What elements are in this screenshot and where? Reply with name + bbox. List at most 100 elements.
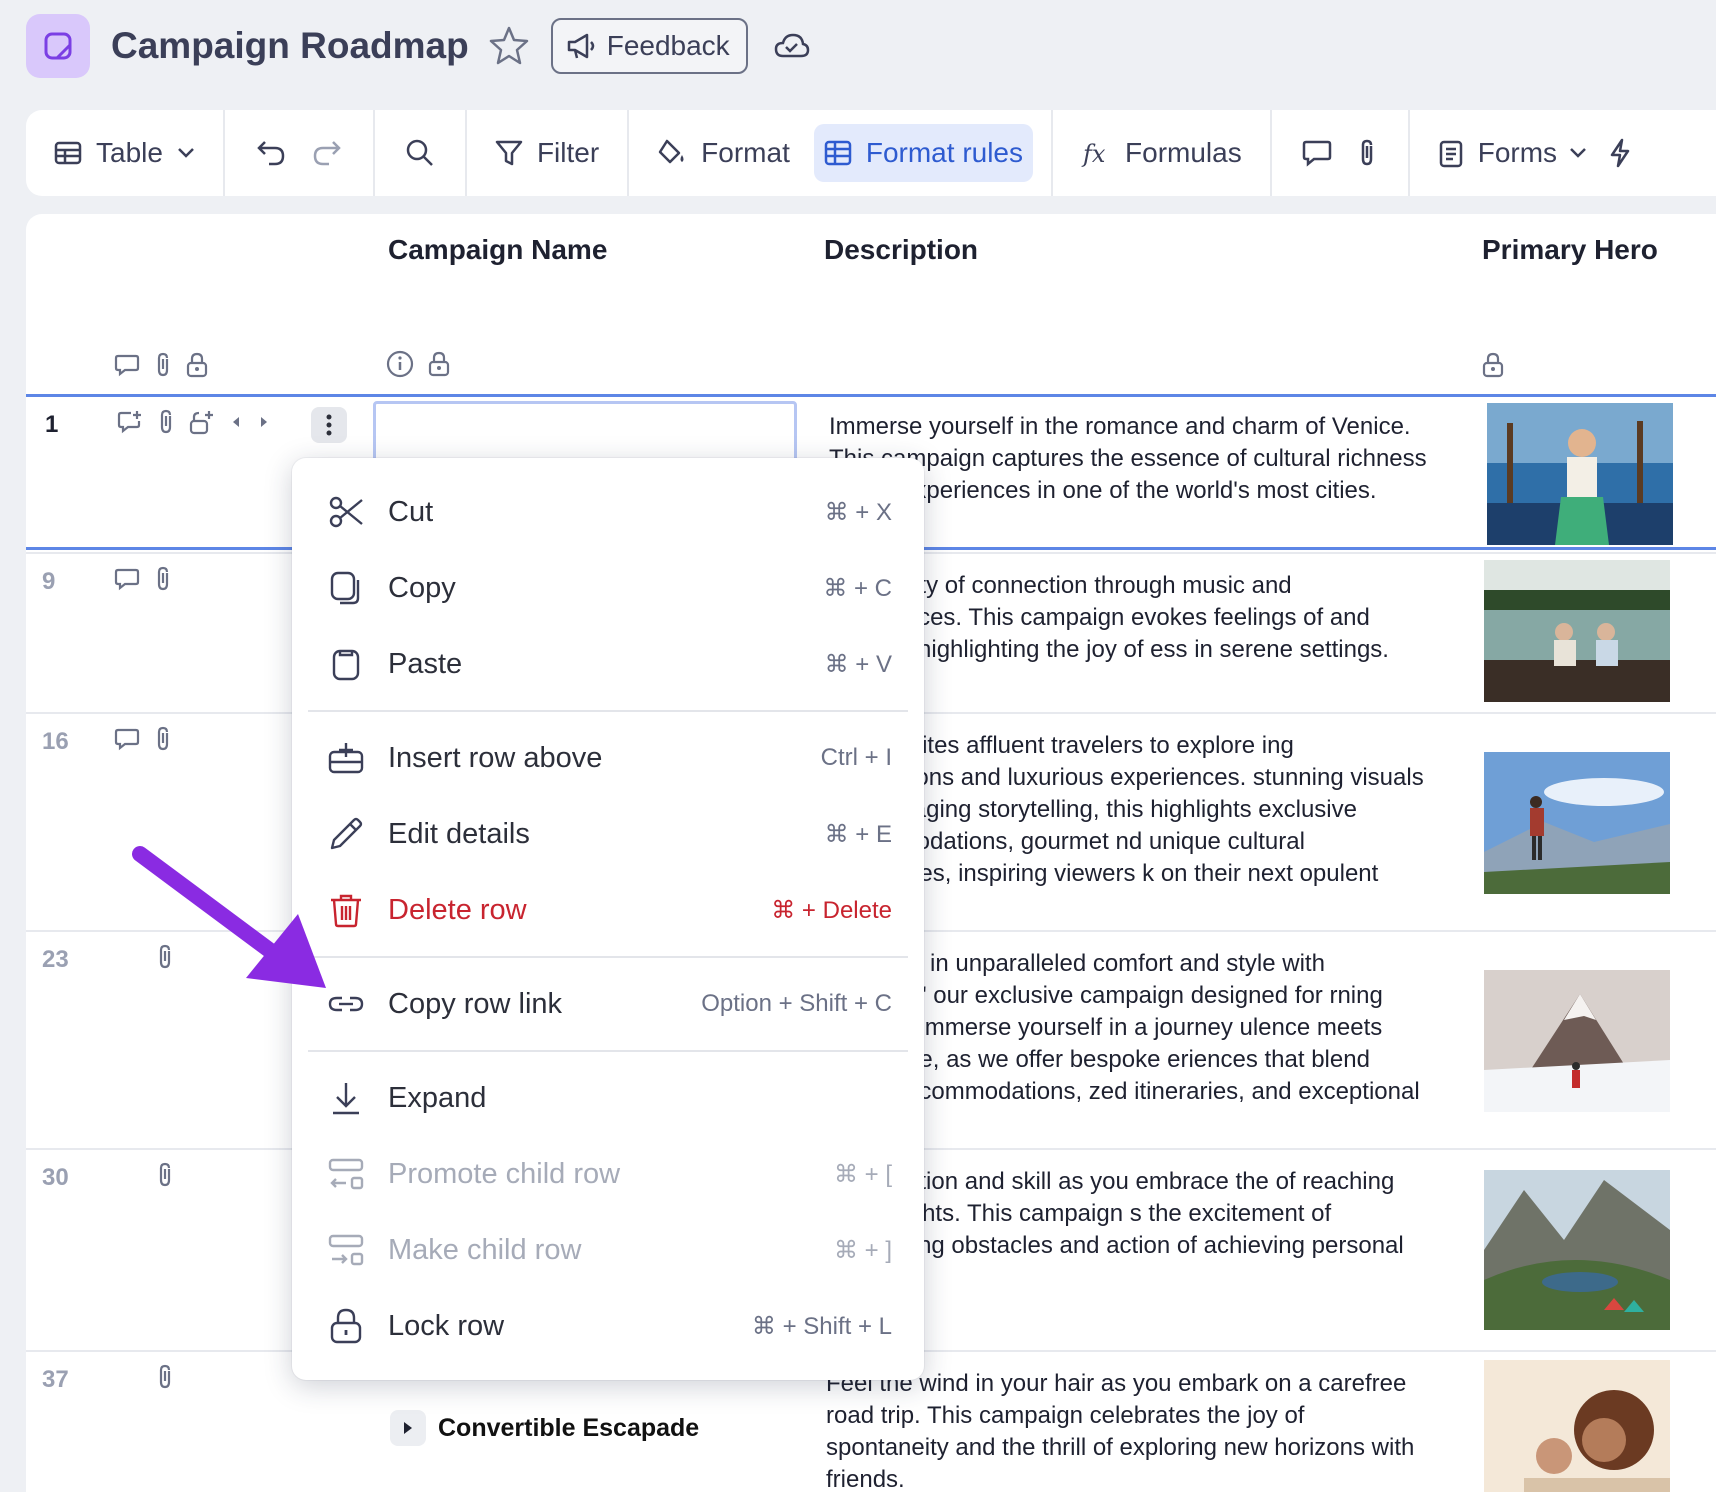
attachments-button[interactable]: [1344, 138, 1390, 168]
forms-dropdown[interactable]: Forms: [1428, 124, 1597, 182]
page-title: Campaign Roadmap: [111, 25, 469, 66]
hero-image-hiker-cliff[interactable]: [1484, 752, 1670, 894]
kebab-icon: [326, 414, 332, 436]
info-icon[interactable]: [386, 350, 414, 378]
lock-icon: [186, 352, 208, 378]
paperclip-icon[interactable]: [156, 1364, 174, 1390]
menu-divider: [308, 956, 908, 958]
hero-image-snow-mountain[interactable]: [1484, 970, 1670, 1112]
column-header-campaign-name[interactable]: Campaign Name: [388, 234, 607, 266]
paint-bucket-icon: [658, 139, 684, 164]
feedback-label: Feedback: [606, 30, 730, 61]
menu-item-edit-details[interactable]: Edit details ⌘ + E: [292, 802, 924, 866]
header-row-icons: [114, 352, 208, 378]
funnel-icon: [495, 140, 523, 166]
view-table-dropdown[interactable]: Table: [44, 124, 205, 182]
hero-image-music-lake[interactable]: [1484, 560, 1670, 702]
row-number: 1: [45, 411, 59, 438]
arrow-down-icon: [333, 1083, 359, 1115]
menu-item-delete-row[interactable]: Delete row ⌘ + Delete: [292, 878, 924, 942]
caret-right-icon[interactable]: [257, 415, 271, 429]
paperclip-icon[interactable]: [154, 566, 172, 592]
redo-button[interactable]: [299, 138, 355, 168]
menu-item-label: Copy row link: [388, 987, 563, 1020]
menu-item-label: Insert row above: [388, 741, 603, 774]
comment-icon[interactable]: [114, 727, 140, 751]
hero-image-convertible-friends[interactable]: [1484, 1360, 1670, 1492]
campaign-name-cell[interactable]: Convertible Escapade: [390, 1410, 699, 1446]
menu-item-label: Make child row: [388, 1233, 582, 1266]
menu-item-make-child-row[interactable]: Make child row ⌘ + ]: [292, 1218, 924, 1282]
menu-item-label: Paste: [388, 647, 463, 680]
menu-item-shortcut: ⌘ + Delete: [771, 896, 892, 924]
menu-item-copy[interactable]: Copy ⌘ + C: [292, 556, 924, 620]
lock-add-icon[interactable]: [189, 409, 215, 435]
svg-text:fx: fx: [1081, 140, 1106, 168]
chevron-down-icon: [178, 148, 194, 158]
hero-image-venice[interactable]: [1487, 403, 1673, 545]
description-cell[interactable]: Feel the wind in your hair as you embark…: [826, 1368, 1426, 1492]
format-button[interactable]: Format: [647, 124, 800, 182]
menu-item-label: Cut: [388, 495, 434, 528]
menu-item-label: Lock row: [388, 1309, 505, 1342]
copy-icon: [330, 571, 360, 605]
forms-label: Forms: [1477, 137, 1558, 168]
search-button[interactable]: [393, 138, 447, 168]
feedback-button[interactable]: Feedback: [550, 18, 748, 74]
row-action-icons: [114, 726, 172, 752]
paperclip-icon[interactable]: [156, 1162, 174, 1188]
caret-left-icon[interactable]: [229, 415, 243, 429]
row-context-menu: Cut ⌘ + X Copy ⌘ + C Paste ⌘ + V Insert …: [292, 458, 924, 1380]
menu-item-shortcut: Option + Shift + C: [701, 990, 892, 1017]
menu-item-shortcut: ⌘ + Shift + L: [751, 1312, 892, 1340]
filter-button[interactable]: Filter: [485, 124, 609, 182]
format-rules-button[interactable]: Format rules: [813, 124, 1034, 182]
menu-item-paste[interactable]: Paste ⌘ + V: [292, 632, 924, 696]
paperclip-icon[interactable]: [154, 726, 172, 752]
row-action-icons: [156, 1162, 174, 1188]
menu-item-label: Copy: [388, 571, 456, 604]
column-header-description[interactable]: Description: [824, 234, 978, 266]
row-action-icons: [114, 566, 172, 592]
lock-icon: [330, 1308, 362, 1344]
comments-button[interactable]: [1290, 139, 1344, 167]
menu-item-insert-row-above[interactable]: Insert row above Ctrl + I: [292, 726, 924, 790]
menu-item-lock-row[interactable]: Lock row ⌘ + Shift + L: [292, 1294, 924, 1358]
menu-item-copy-row-link[interactable]: Copy row link Option + Shift + C: [292, 972, 924, 1036]
lock-icon[interactable]: [428, 351, 450, 377]
menu-item-expand[interactable]: Expand: [292, 1066, 924, 1130]
menu-item-cut[interactable]: Cut ⌘ + X: [292, 480, 924, 544]
row-number: 16: [42, 728, 69, 755]
sheet-app-icon[interactable]: [26, 14, 90, 78]
title-bar: Campaign Roadmap Feedback: [26, 14, 810, 78]
function-fx-icon: fx: [1081, 140, 1106, 168]
automations-button[interactable]: [1597, 138, 1643, 168]
menu-item-shortcut: ⌘ + X: [824, 498, 892, 526]
add-comment-icon[interactable]: [117, 409, 143, 435]
menu-item-shortcut: ⌘ + ]: [833, 1236, 892, 1264]
row-number: 37: [42, 1366, 69, 1393]
annotation-arrow-icon: [132, 846, 326, 988]
filter-label: Filter: [536, 137, 600, 168]
menu-item-shortcut: Ctrl + I: [820, 744, 892, 771]
menu-divider: [308, 710, 908, 712]
paperclip-icon[interactable]: [157, 409, 175, 435]
row-number: 23: [42, 946, 69, 973]
column-header-primary-hero[interactable]: Primary Hero: [1482, 234, 1658, 266]
favorite-star-icon[interactable]: [487, 24, 531, 68]
undo-button[interactable]: [243, 138, 299, 168]
comment-icon: [114, 354, 140, 377]
promote-row-icon: [328, 1158, 364, 1190]
lock-icon[interactable]: [1482, 352, 1504, 378]
comment-icon[interactable]: [114, 567, 140, 591]
formulas-button[interactable]: fx Formulas: [1071, 124, 1252, 182]
expand-caret-button[interactable]: [390, 1410, 426, 1446]
menu-item-label: Delete row: [388, 893, 527, 926]
redo-icon: [313, 141, 341, 166]
paperclip-icon: [1361, 139, 1372, 166]
menu-item-shortcut: ⌘ + [: [833, 1160, 892, 1188]
menu-item-promote-child-row[interactable]: Promote child row ⌘ + [: [292, 1142, 924, 1206]
format-label: Format: [701, 137, 790, 168]
row-menu-kebab-button[interactable]: [311, 407, 347, 443]
hero-image-mountain-valley[interactable]: [1484, 1170, 1670, 1330]
